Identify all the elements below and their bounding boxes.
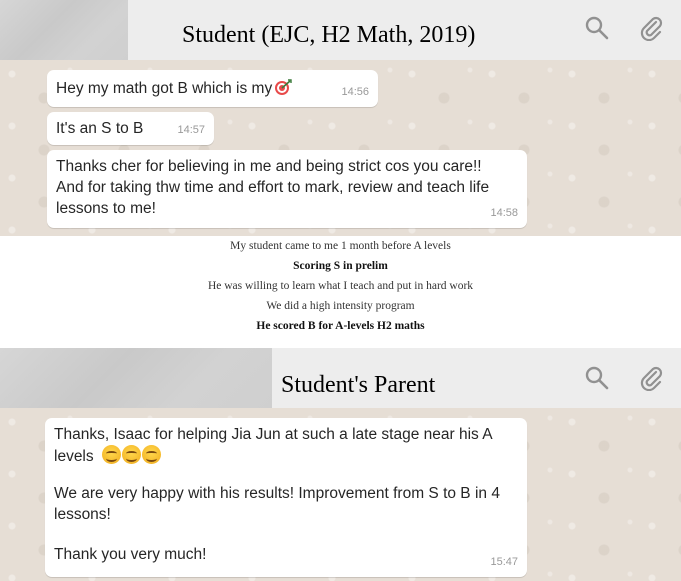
message-time: 14:58	[490, 207, 518, 219]
search-icon[interactable]	[584, 365, 610, 391]
message-line: Thanks, Isaac for helping Jia Jun at suc…	[54, 426, 493, 443]
blurred-contact-avatar	[0, 0, 128, 60]
smiling-face-icon	[121, 445, 141, 464]
message-bubble[interactable]: Thanks cher for believing in me and bein…	[47, 150, 527, 228]
chat-header: Student's Parent	[0, 348, 681, 408]
student-chat-panel: Student (EJC, H2 Math, 2019) Hey my math…	[0, 0, 681, 236]
message-text: Thanks cher for believing in me and bein…	[56, 158, 490, 217]
smiling-face-icon	[101, 445, 121, 464]
message-time: 15:47	[490, 556, 518, 568]
blurred-contact-avatar	[0, 348, 272, 408]
message-text: Hey my math got B which is my	[56, 80, 273, 97]
message-time: 14:57	[177, 124, 205, 136]
message-paragraph: Thank you very much!	[54, 546, 207, 563]
message-time: 14:56	[341, 86, 369, 98]
message-bubble[interactable]: It's an S to B 14:57	[47, 112, 214, 145]
chat-title: Student's Parent	[281, 372, 436, 398]
message-bubble[interactable]: Thanks, Isaac for helping Jia Jun at suc…	[45, 418, 527, 577]
caption-notes: My student came to me 1 month before A l…	[0, 236, 681, 336]
note-line: He was willing to learn what I teach and…	[207, 280, 474, 292]
message-line: levels	[54, 448, 94, 465]
search-icon[interactable]	[584, 15, 610, 41]
direct-hit-icon	[274, 78, 292, 96]
chat-header: Student (EJC, H2 Math, 2019)	[0, 0, 681, 60]
parent-chat-panel: Student's Parent Thanks, Isaac for helpi…	[0, 348, 681, 581]
note-line: My student came to me 1 month before A l…	[230, 240, 451, 252]
note-line: He scored B for A-levels H2 maths	[256, 320, 425, 332]
message-bubble[interactable]: Hey my math got B which is my 14:56	[47, 70, 378, 107]
chat-title: Student (EJC, H2 Math, 2019)	[182, 22, 476, 48]
note-line: We did a high intensity program	[266, 300, 415, 312]
paperclip-icon[interactable]	[638, 365, 664, 391]
note-line: Scoring S in prelim	[293, 260, 388, 272]
smiling-face-icon	[141, 445, 161, 464]
paperclip-icon[interactable]	[638, 15, 664, 41]
chat-background: Thanks, Isaac for helping Jia Jun at suc…	[0, 408, 681, 581]
message-paragraph: We are very happy with his results! Impr…	[54, 485, 500, 523]
chat-background: Hey my math got B which is my 14:56 It's…	[0, 60, 681, 236]
